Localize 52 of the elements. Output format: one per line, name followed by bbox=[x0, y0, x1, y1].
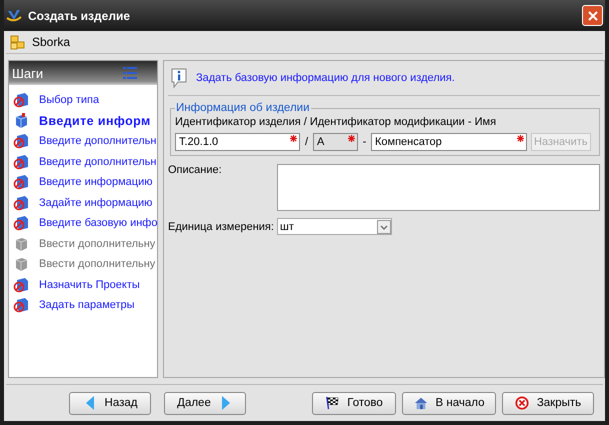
list-icon[interactable] bbox=[123, 67, 137, 79]
footer-button[interactable]: Готово bbox=[312, 392, 396, 414]
app-icon bbox=[6, 8, 22, 24]
cube-icon bbox=[13, 236, 29, 252]
blocked-cube-icon bbox=[13, 154, 29, 170]
blocked-cube-icon bbox=[13, 174, 29, 190]
footer-button[interactable]: В начало bbox=[402, 392, 496, 414]
separator-text: - bbox=[362, 136, 367, 148]
field-caption: Идентификатор изделия / Идентификатор модификации - Имя bbox=[175, 116, 498, 128]
required-icon bbox=[348, 135, 355, 142]
required-icon bbox=[290, 135, 297, 142]
text-field[interactable]: Компенсатор bbox=[371, 133, 527, 151]
text-field[interactable]: T.20.1.0 bbox=[175, 133, 300, 151]
description-field[interactable] bbox=[277, 164, 600, 211]
step-item[interactable]: Задать параметры bbox=[9, 295, 157, 316]
blocked-cube-icon bbox=[13, 194, 29, 211]
step-item[interactable]: Выбор типа bbox=[9, 90, 157, 110]
unit-label: Единица измерения: bbox=[168, 220, 275, 232]
step-item[interactable]: Введите информацию bbox=[9, 172, 157, 192]
step-item[interactable]: Введите информ bbox=[9, 110, 157, 131]
window-title: Создать изделие bbox=[28, 8, 131, 22]
toolbar-label: Sborka bbox=[32, 35, 70, 49]
info-icon bbox=[170, 68, 188, 88]
description-label: Описание: bbox=[168, 164, 223, 178]
group-title: Информация об изделии bbox=[175, 102, 311, 114]
steps-title: Шаги bbox=[12, 66, 44, 80]
step-item[interactable]: Введите дополнительн bbox=[9, 152, 157, 172]
step-item[interactable]: Задайте информацию bbox=[9, 192, 157, 213]
step-item[interactable]: Введите базовую инфо bbox=[9, 213, 157, 234]
close-icon bbox=[588, 10, 598, 20]
checkered-flag-icon bbox=[325, 396, 340, 410]
blocked-cube-icon bbox=[13, 297, 29, 314]
caret-icon bbox=[377, 220, 391, 234]
step-item[interactable]: Назначить Проекты bbox=[9, 274, 157, 295]
blocked-cube-icon bbox=[13, 133, 29, 150]
close-icon bbox=[514, 396, 529, 410]
unit-dropdown[interactable]: шт bbox=[277, 218, 392, 235]
blocked-cube-icon bbox=[13, 215, 29, 232]
house-icon bbox=[414, 396, 428, 410]
cube-icon bbox=[13, 112, 29, 129]
hint-text: Задать базовую информацию для нового изделия. bbox=[196, 72, 455, 84]
separator-text: / bbox=[304, 136, 309, 148]
step-item[interactable]: Введите дополнительн bbox=[9, 131, 157, 152]
close-button[interactable] bbox=[582, 5, 603, 26]
footer-button[interactable]: Закрыть bbox=[502, 392, 594, 414]
footer-button[interactable]: Назад bbox=[69, 392, 151, 414]
cube-icon bbox=[13, 256, 29, 272]
blocked-cube-icon bbox=[13, 92, 29, 108]
boxes-icon bbox=[10, 34, 26, 50]
footer-button[interactable]: Далее bbox=[164, 392, 246, 414]
blocked-cube-icon bbox=[13, 276, 29, 293]
required-icon bbox=[517, 135, 524, 142]
